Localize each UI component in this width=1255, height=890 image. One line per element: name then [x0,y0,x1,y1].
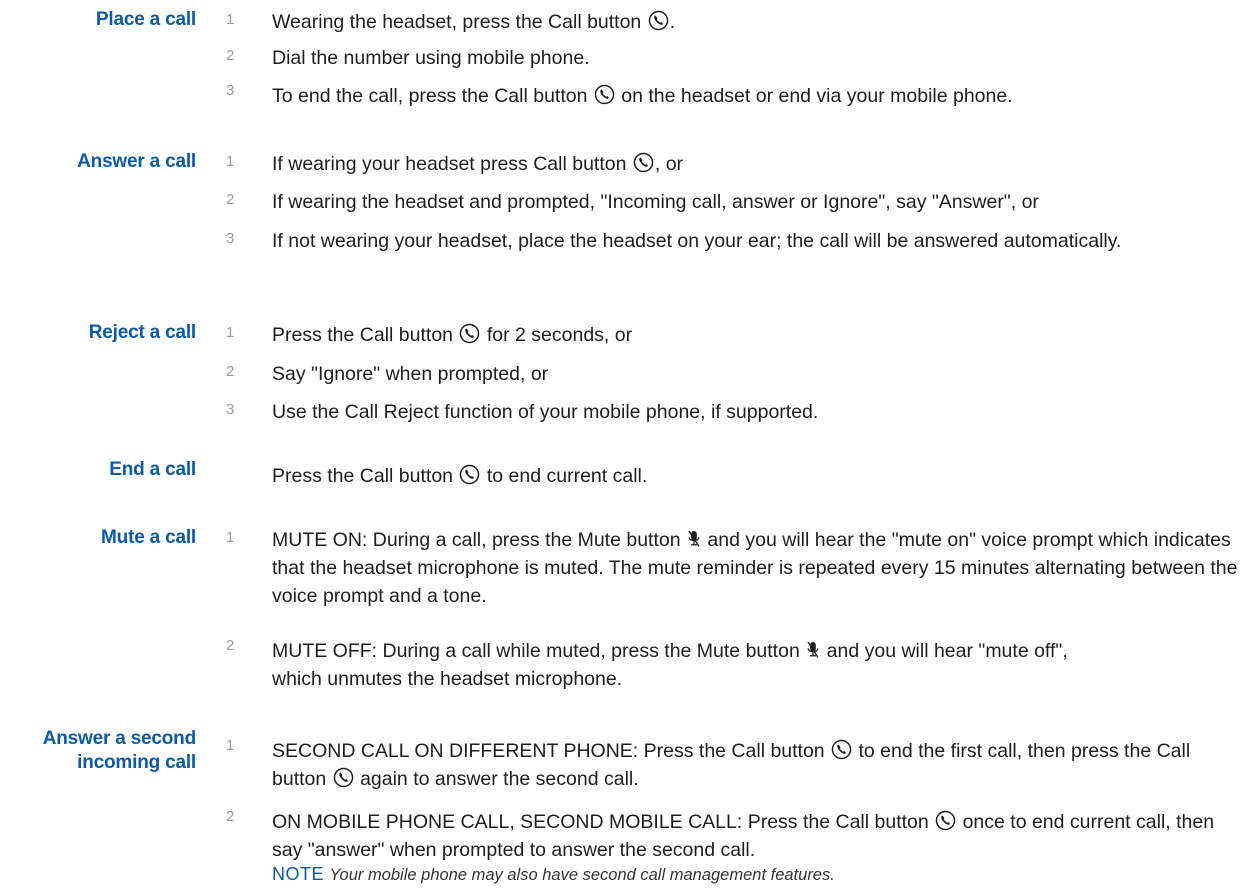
step-text: ON MOBILE PHONE CALL, SECOND MOBILE CALL… [272,808,1247,864]
call-button-icon [935,810,956,831]
call-button-icon [633,152,654,173]
step-text-part: MUTE ON: During a call, press the Mute b… [272,529,681,551]
step-text-part: Press the Call button [272,465,454,487]
section-title: End a call [109,459,196,480]
step-text-part: , or [654,153,684,175]
step-number: 1 [226,737,235,754]
step-number: 3 [226,230,235,247]
step-text-part: to end current call. [486,465,648,487]
step-text: SECOND CALL ON DIFFERENT PHONE: Press th… [272,737,1247,793]
step-text: Use the Call Reject function of your mob… [272,401,819,423]
step-number: 3 [226,401,235,418]
call-button-icon [459,323,480,344]
step-number: 1 [226,324,235,341]
step-number: 1 [226,153,235,170]
call-button-icon [333,767,354,788]
step-text-part: for 2 seconds, or [486,324,633,346]
step-text: Dial the number using mobile phone. [272,47,590,69]
step-text: If not wearing your headset, place the h… [272,230,1122,252]
note-text: Your mobile phone may also have second c… [329,866,835,884]
step-text: MUTE ON: During a call, press the Mute b… [272,526,1247,610]
step-text: If wearing the headset and prompted, "In… [272,191,1039,213]
step-number: 2 [226,363,235,380]
step-text: Press the Call button to end current cal… [272,462,1247,490]
step-number: 2 [226,47,235,64]
section-title-line: incoming call [77,752,196,773]
step-text-part: To end the call, press the Call button [272,85,588,107]
step-text-part: . [669,11,676,33]
step-text: To end the call, press the Call button o… [272,82,1247,110]
step-text-part: ON MOBILE PHONE CALL, SECOND MOBILE CALL… [272,811,929,833]
step-number: 2 [226,637,235,654]
note-line: NOTE Your mobile phone may also have sec… [272,862,1247,887]
step-number: 1 [226,11,235,28]
step-text-part: SECOND CALL ON DIFFERENT PHONE: Press th… [272,740,825,762]
step-number: 2 [226,191,235,208]
step-text: Press the Call button for 2 seconds, or [272,321,1247,349]
step-number: 2 [226,808,235,825]
section-title: Answer a call [77,151,196,172]
step-text-part: again to answer the second call. [360,768,639,790]
call-button-icon [459,464,480,485]
step-text: Say "Ignore" when prompted, or [272,363,549,385]
section-title: Place a call [95,9,196,30]
call-button-icon [831,739,852,760]
step-text-part: MUTE OFF: During a call while muted, pre… [272,640,800,662]
step-text: MUTE OFF: During a call while muted, pre… [272,637,1072,693]
note-label: NOTE [272,864,325,884]
call-button-icon [648,10,669,31]
section-title: Mute a call [101,527,196,548]
step-text-part: Wearing the headset, press the Call butt… [272,11,642,33]
step-text-part: on the headset or end via your mobile ph… [621,85,1013,107]
step-text: If wearing your headset press Call butto… [272,150,1247,178]
section-title: Reject a call [88,322,196,343]
call-button-icon [594,84,615,105]
step-number: 3 [226,82,235,99]
step-text-part: If wearing your headset press Call butto… [272,153,627,175]
step-text: Wearing the headset, press the Call butt… [272,8,1247,36]
section-title: Answer a second incoming call [0,727,196,775]
step-text-part: Press the Call button [272,324,454,346]
mute-button-icon [687,529,701,549]
mute-button-icon [806,640,820,660]
step-number: 1 [226,529,235,546]
section-title-line: Answer a second [42,728,196,749]
